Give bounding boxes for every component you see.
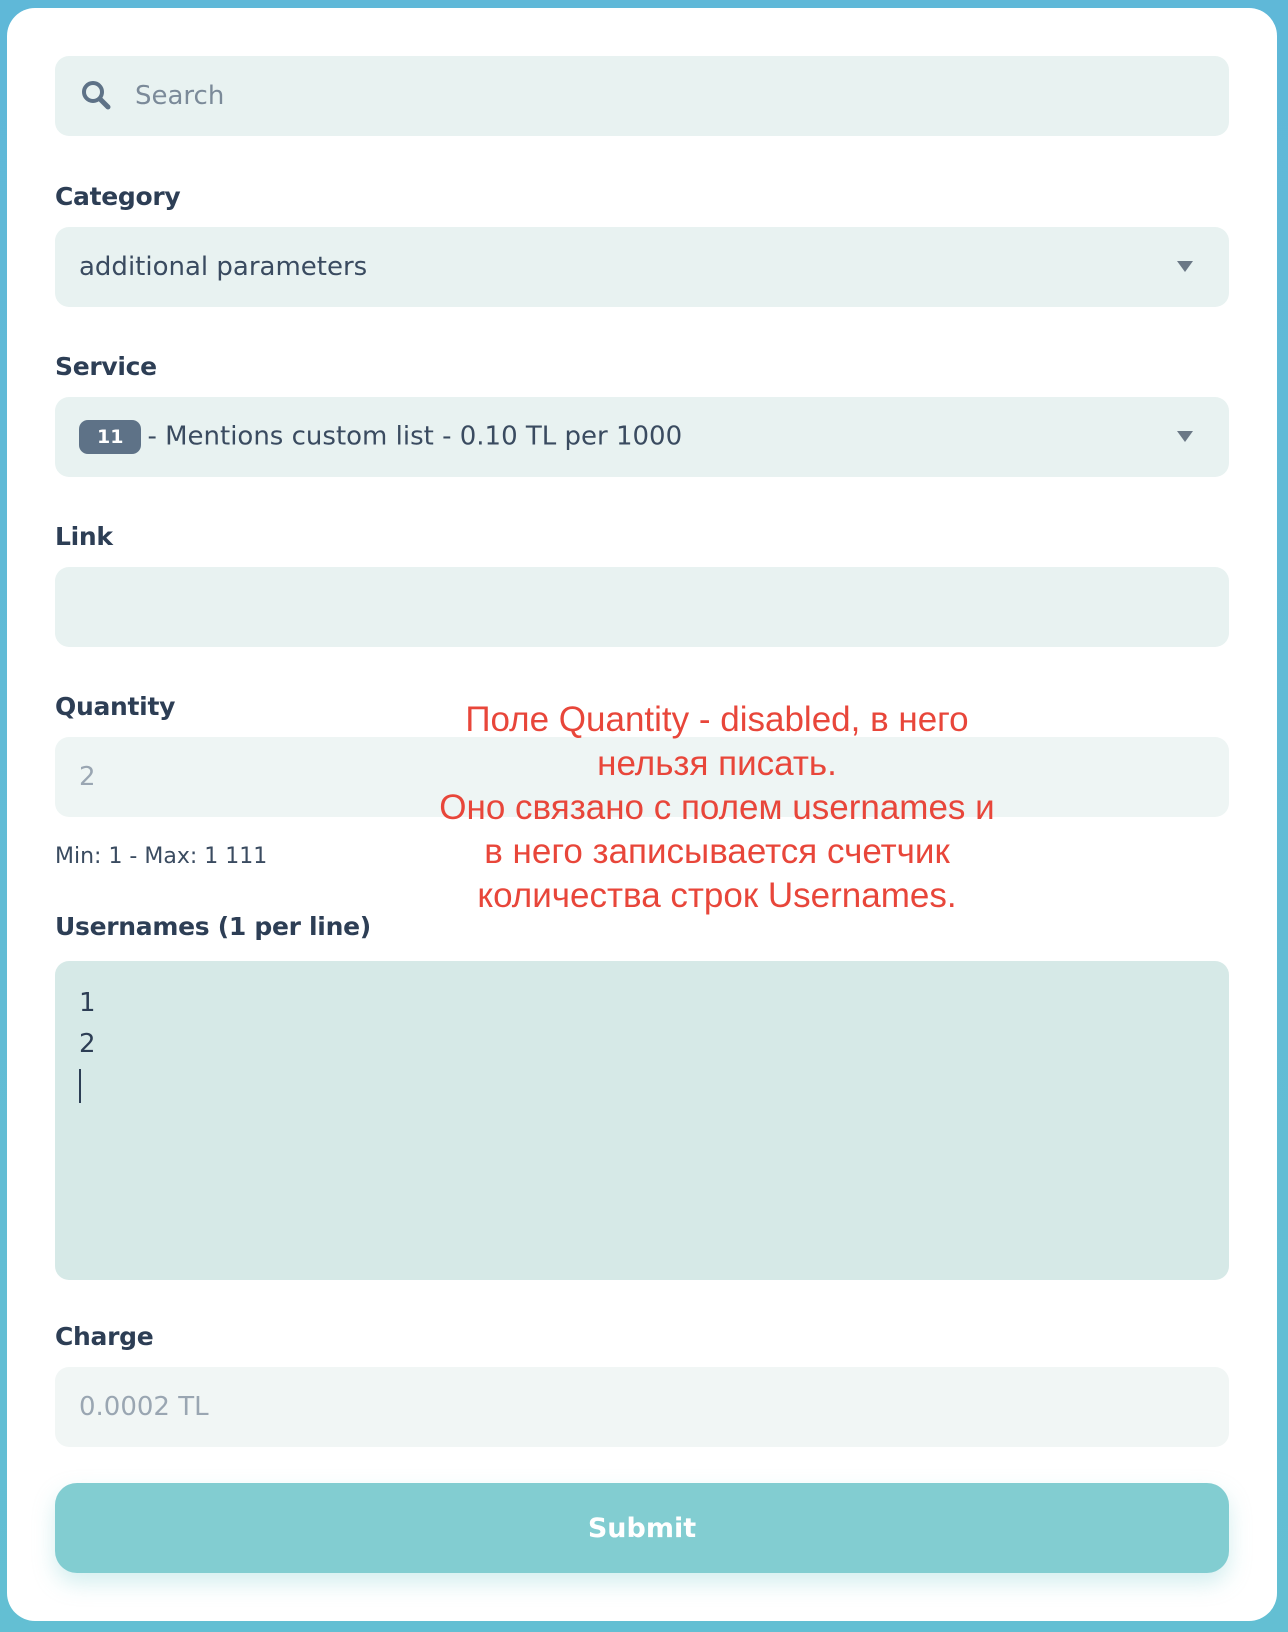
- usernames-cursor-line: [79, 1065, 1205, 1106]
- charge-label: Charge: [55, 1322, 154, 1351]
- search-icon: [82, 81, 111, 110]
- annotation-note: Поле Quantity - disabled, в него нельзя …: [397, 698, 1037, 918]
- service-selected-text: - Mentions custom list - 0.10 TL per 100…: [147, 421, 683, 452]
- usernames-line: 1: [79, 988, 96, 1018]
- service-label: Service: [55, 352, 157, 381]
- search-input[interactable]: Search: [55, 56, 1229, 136]
- link-label: Link: [55, 522, 113, 551]
- quantity-hint: Min: 1 - Max: 1 111: [55, 844, 268, 869]
- link-input[interactable]: [55, 567, 1229, 647]
- service-select[interactable]: 11- Mentions custom list - 0.10 TL per 1…: [55, 397, 1229, 477]
- charge-field: 0.0002 TL: [55, 1367, 1229, 1447]
- submit-button[interactable]: Submit: [55, 1483, 1229, 1573]
- usernames-label: Usernames (1 per line): [55, 912, 371, 941]
- service-selected-value: 11- Mentions custom list - 0.10 TL per 1…: [79, 420, 682, 454]
- annotation-line: количества строк Usernames.: [477, 876, 957, 915]
- order-form-card: Search Category additional parameters Se…: [7, 8, 1277, 1621]
- annotation-line: в него записывается счетчик: [484, 832, 950, 871]
- chevron-down-icon: [1177, 431, 1193, 442]
- text-cursor: [79, 1068, 81, 1103]
- quantity-label: Quantity: [55, 692, 176, 721]
- usernames-textarea[interactable]: 1 2: [55, 961, 1229, 1280]
- annotation-line: Оно связано с полем usernames и: [439, 788, 995, 827]
- charge-value: 0.0002 TL: [79, 1392, 209, 1422]
- category-select[interactable]: additional parameters: [55, 227, 1229, 307]
- category-selected-value: additional parameters: [79, 252, 368, 282]
- service-id-badge: 11: [79, 420, 142, 454]
- annotation-line: нельзя писать.: [597, 744, 837, 783]
- category-label: Category: [55, 182, 181, 211]
- quantity-value: 2: [79, 762, 96, 792]
- annotation-line: Поле Quantity - disabled, в него: [465, 700, 969, 739]
- chevron-down-icon: [1177, 261, 1193, 272]
- usernames-line: 2: [79, 1029, 96, 1059]
- search-placeholder: Search: [135, 81, 225, 111]
